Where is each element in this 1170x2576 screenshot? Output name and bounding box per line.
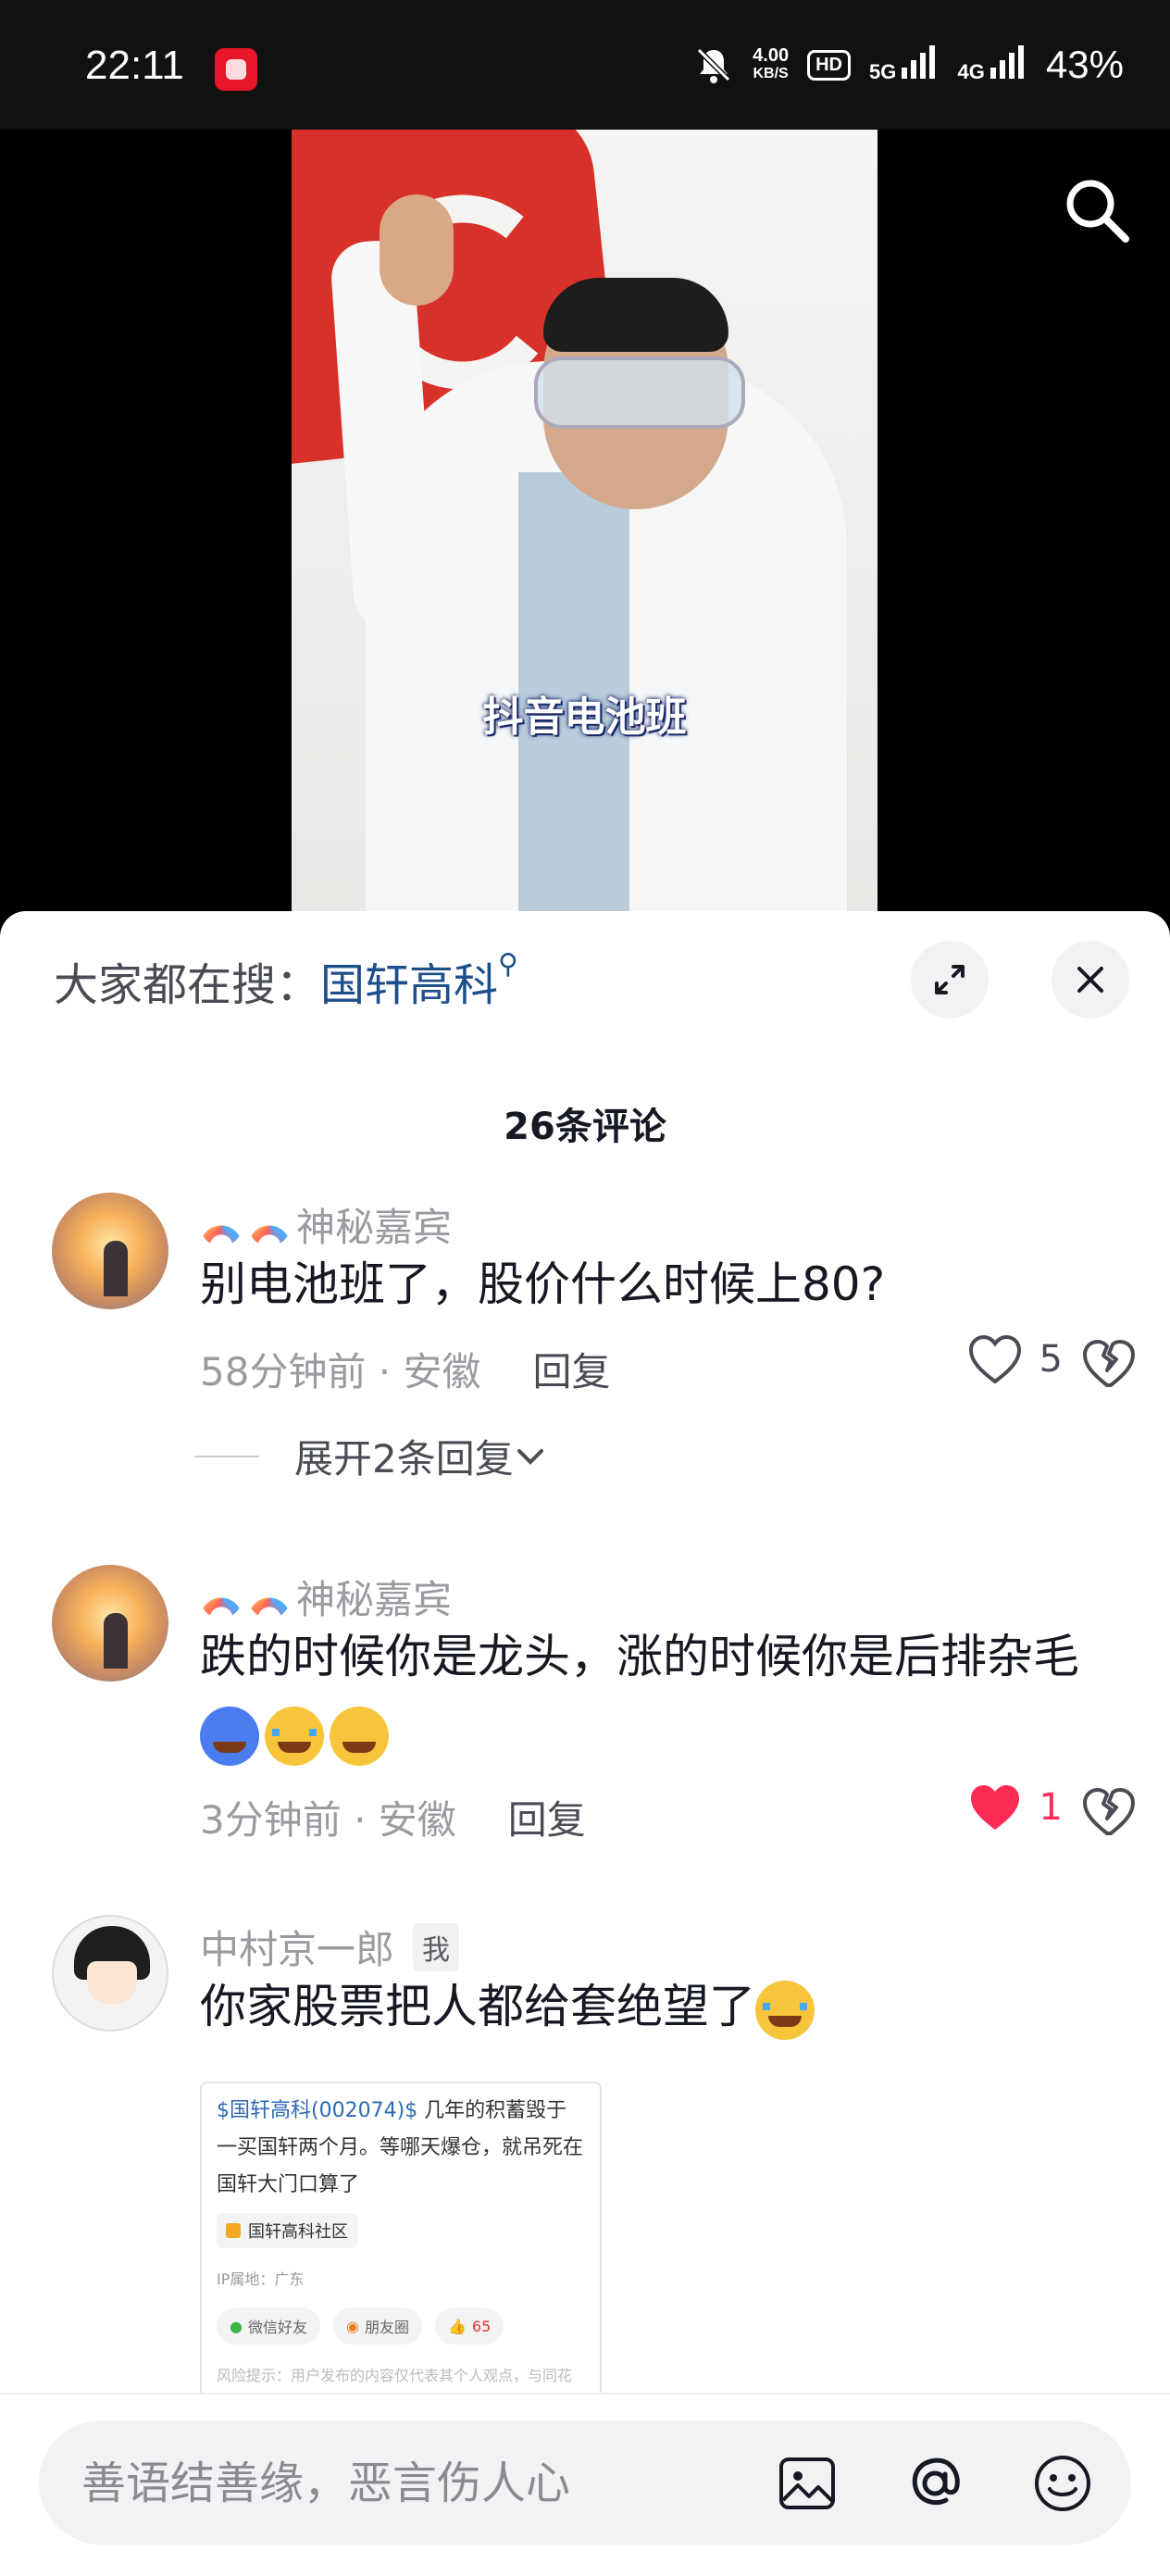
like-button[interactable]: 1 [967, 1782, 1063, 1833]
embed-wechat-share: ● 微信好友 [217, 2307, 320, 2345]
expand-fullscreen-button[interactable] [911, 941, 989, 1019]
rainbow-icon [248, 1575, 291, 1619]
comment-input-container[interactable] [39, 2420, 1131, 2546]
video-caption: 抖音电池班 [482, 694, 687, 741]
small-search-icon: ⚲ [498, 948, 519, 981]
comment-meta: 3分钟前 · 安徽 回复 [200, 1789, 586, 1845]
safety-goggles [534, 356, 745, 429]
video-player[interactable]: 抖音电池班 [0, 130, 1170, 926]
loudly-crying-face-emoji-icon [265, 1706, 324, 1766]
heart-filled-icon [970, 1785, 1019, 1830]
reply-button[interactable]: 回复 [533, 1341, 611, 1397]
embed-risk-notice: 风险提示：用户发布的内容仅代表其个人观点，与同花 [217, 2367, 573, 2384]
presenter-hair [543, 278, 728, 352]
presenter-hand [380, 194, 454, 306]
5g-signal-icon: 5G [869, 45, 939, 84]
hd-icon: HD [807, 49, 851, 81]
like-count: 1 [1039, 1786, 1063, 1829]
community-icon [226, 2223, 241, 2238]
me-tag: 我 [413, 1922, 460, 1971]
status-indicators: 4.00 KB/S HD 5G 4G 43% [693, 43, 1124, 87]
sweat-grin-face-emoji-icon [330, 1706, 389, 1766]
embed-post-text: $国轩高科(002074)$ 几年的积蓄毁于一买国轩两个月。等哪天爆仓，就吊死在… [217, 2099, 584, 2196]
battery-level: 43% [1045, 43, 1124, 86]
dislike-broken-heart-icon[interactable] [1079, 1335, 1135, 1391]
comment-username[interactable]: 中村京一郎我 [200, 1919, 460, 1975]
comment-sheet: 大家都在搜：国轩高科⚲ 26条评论 神秘嘉宾 别电池班了，股价什么时候上80? … [0, 911, 1170, 2574]
status-bar: 22:11 4.00 KB/S HD 5G 4G 43% [0, 0, 1170, 130]
chevron-down-icon [517, 1448, 543, 1465]
rainbow-icon [200, 1575, 243, 1619]
divider-line [194, 1455, 259, 1457]
comment-meta: 58分钟前 · 安徽 回复 [200, 1341, 611, 1397]
comment-text: 你家股票把人都给套绝望了 [200, 1969, 1126, 2045]
comment-username[interactable]: 神秘嘉宾 [200, 1196, 452, 1253]
close-sheet-button[interactable] [1052, 941, 1129, 1019]
embed-like-count: 👍 65 [434, 2307, 504, 2345]
heart-outline-icon [968, 1334, 1021, 1384]
moments-icon: ◉ [345, 2317, 359, 2335]
emoji-smile-icon[interactable] [1031, 2452, 1094, 2515]
wechat-icon: ● [230, 2317, 243, 2335]
mute-bell-icon [697, 47, 731, 83]
net-speed: 4.00 KB/S [753, 45, 790, 81]
mention-at-icon[interactable] [903, 2452, 966, 2515]
comment-username[interactable]: 神秘嘉宾 [200, 1569, 452, 1625]
rainbow-icon [200, 1203, 243, 1246]
hot-search-link[interactable]: 国轩高科 [320, 959, 498, 1011]
video-frame[interactable]: 抖音电池班 [292, 130, 878, 926]
embed-moments-share: ◉ 朋友圈 [332, 2307, 422, 2345]
laughing-crying-face-emoji-icon [755, 1980, 815, 2040]
expand-replies-button[interactable]: 展开2条回复 [194, 1428, 547, 1484]
status-time: 22:11 [85, 43, 184, 88]
comment-input[interactable] [80, 2420, 750, 2546]
expand-icon [935, 965, 965, 994]
search-icon[interactable] [1061, 174, 1135, 248]
rainbow-icon [248, 1203, 291, 1246]
hot-search-prefix: 大家都在搜： [54, 959, 321, 1011]
close-icon [1077, 967, 1103, 993]
comment-text: 别电池班了，股价什么时候上80? [200, 1257, 886, 1311]
embed-ip-location: IP属地：广东 [217, 2270, 305, 2288]
image-icon[interactable] [776, 2452, 839, 2515]
comment-count: 26条评论 [504, 1106, 666, 1148]
comment-image-attachment[interactable]: $国轩高科(002074)$ 几年的积蓄毁于一买国轩两个月。等哪天爆仓，就吊死在… [200, 2082, 602, 2400]
avatar[interactable] [52, 1565, 168, 1682]
like-count: 5 [1039, 1338, 1063, 1381]
embed-community-badge: 国轩高科社区 [217, 2213, 357, 2248]
comment-text: 跌的时候你是龙头，涨的时候你是后排杂毛 [200, 1619, 1126, 1770]
red-app-notification-icon [215, 48, 257, 91]
comment-input-bar [0, 2393, 1170, 2576]
4g-signal-icon: 4G [957, 45, 1027, 84]
hot-search-bar[interactable]: 大家都在搜：国轩高科⚲ [54, 948, 518, 1013]
embed-actions: ● 微信好友 ◉ 朋友圈 👍 65 [217, 2307, 585, 2345]
avatar[interactable] [52, 1915, 168, 2032]
dislike-broken-heart-icon[interactable] [1079, 1783, 1135, 1839]
like-button[interactable]: 5 [967, 1333, 1063, 1385]
reply-button[interactable]: 回复 [508, 1789, 586, 1845]
avatar[interactable] [52, 1193, 168, 1309]
thumbs-up-icon: 👍 [447, 2317, 467, 2335]
freezing-face-emoji-icon [200, 1706, 259, 1766]
